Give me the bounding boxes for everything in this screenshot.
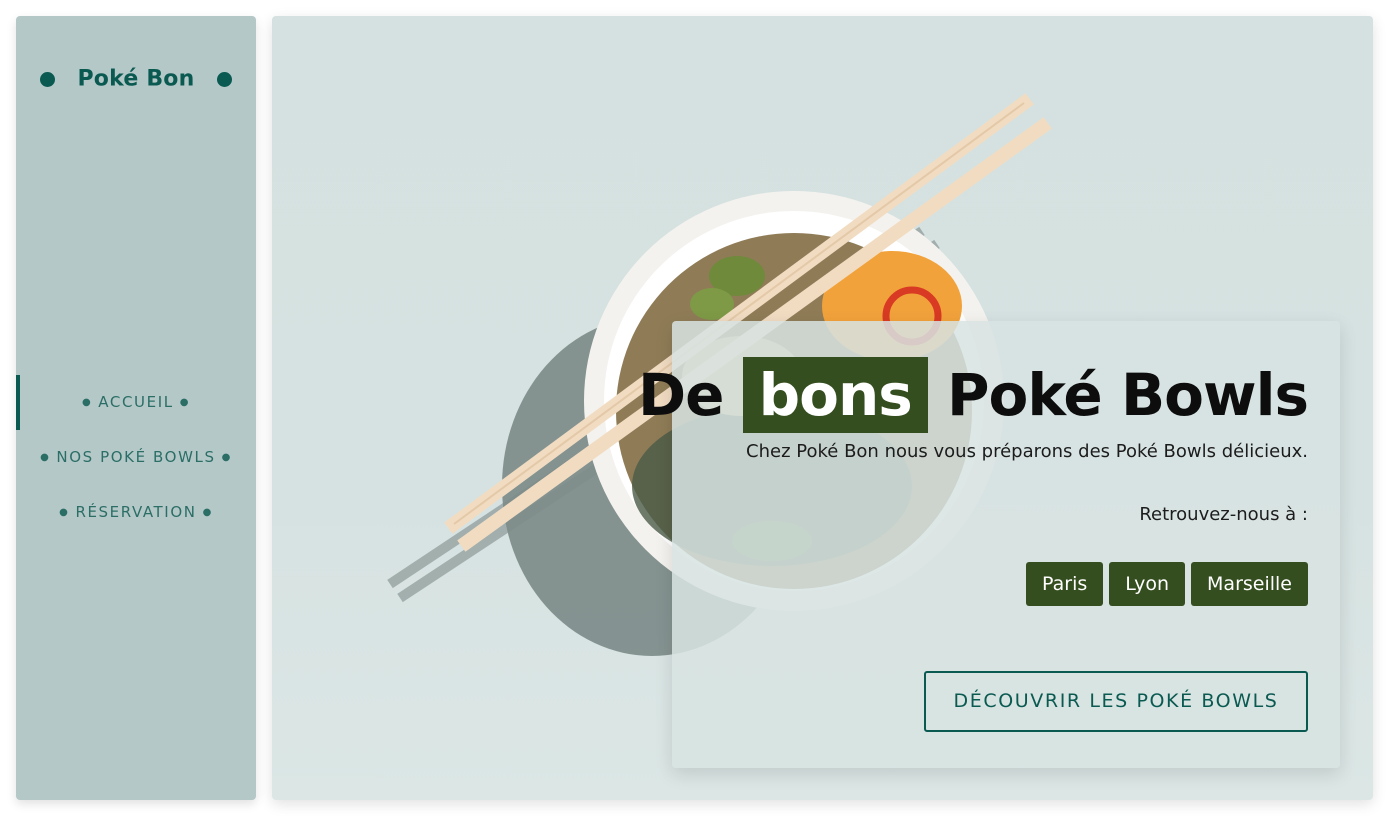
discover-button[interactable]: DÉCOUVRIR LES POKÉ BOWLS [924, 671, 1308, 732]
bullet-icon: ● [59, 507, 70, 518]
hero-subtitle: Chez Poké Bon nous vous préparons des Po… [746, 441, 1308, 462]
city-button-lyon[interactable]: Lyon [1109, 562, 1186, 606]
brand-name: Poké Bon [77, 66, 195, 92]
logo-dot-right [216, 71, 232, 87]
bullet-icon: ● [40, 452, 51, 463]
brand-logo[interactable]: Poké Bon [16, 66, 256, 92]
find-us-label: Retrouvez-nous à : [1139, 504, 1308, 525]
hero-card: De bons Poké Bowls Chez Poké Bon nous vo… [638, 321, 1340, 768]
sidebar: Poké Bon ● ACCUEIL ● ● NOS POKÉ BOWLS ● ● RÉS… [16, 16, 256, 800]
main-nav: ● ACCUEIL ● ● NOS POKÉ BOWLS ● ● RÉSERVATION ● [16, 375, 256, 540]
nav-item-accueil[interactable]: ● ACCUEIL ● [16, 375, 256, 430]
nav-item-nos-poke-bowls[interactable]: ● NOS POKÉ BOWLS ● [16, 430, 256, 485]
bullet-icon: ● [221, 452, 232, 463]
city-button-marseille[interactable]: Marseille [1191, 562, 1308, 606]
nav-item-label: ACCUEIL [98, 393, 174, 411]
logo-dot-left [40, 71, 56, 87]
headline-after: Poké Bowls [947, 361, 1309, 429]
nav-item-reservation[interactable]: ● RÉSERVATION ● [16, 485, 256, 540]
bullet-icon: ● [179, 397, 191, 408]
headline-before: De [637, 361, 724, 429]
bullet-icon: ● [81, 397, 93, 408]
nav-item-label: NOS POKÉ BOWLS [56, 448, 216, 466]
headline-highlight: bons [742, 357, 928, 433]
nav-item-label: RÉSERVATION [75, 503, 197, 521]
bullet-icon: ● [202, 507, 213, 518]
hero-headline: De bons Poké Bowls [637, 355, 1309, 435]
city-button-paris[interactable]: Paris [1026, 562, 1104, 606]
city-buttons: Paris Lyon Marseille [1026, 562, 1308, 606]
